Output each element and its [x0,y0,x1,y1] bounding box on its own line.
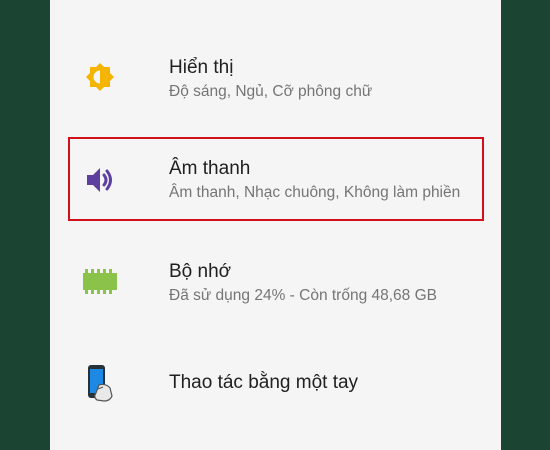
settings-item-title: Thao tác bằng một tay [169,372,359,393]
settings-item-storage[interactable]: Bộ nhớ Đã sử dụng 24% - Còn trống 48,68 … [50,241,501,321]
memory-chip-icon [80,261,120,301]
settings-item-title: Bộ nhớ [169,261,232,282]
one-hand-phone-icon [80,363,120,403]
settings-item-subtitle: Độ sáng, Ngủ, Cỡ phông chữ [169,83,373,100]
speaker-icon [80,160,120,200]
brightness-icon [80,57,120,97]
settings-item-display[interactable]: Hiển thị Độ sáng, Ngủ, Cỡ phông chữ [50,37,501,117]
settings-item-title: Hiển thị [169,57,234,78]
settings-item-title: Âm thanh [169,158,251,179]
settings-list: Hiển thị Độ sáng, Ngủ, Cỡ phông chữ Âm t… [50,0,501,450]
settings-item-subtitle: Đã sử dụng 24% - Còn trống 48,68 GB [169,287,438,304]
settings-item-sound[interactable]: Âm thanh Âm thanh, Nhạc chuông, Không là… [50,140,501,220]
settings-item-subtitle: Âm thanh, Nhạc chuông, Không làm phiền [169,184,461,201]
settings-item-one-hand[interactable]: Thao tác bằng một tay [50,343,501,423]
